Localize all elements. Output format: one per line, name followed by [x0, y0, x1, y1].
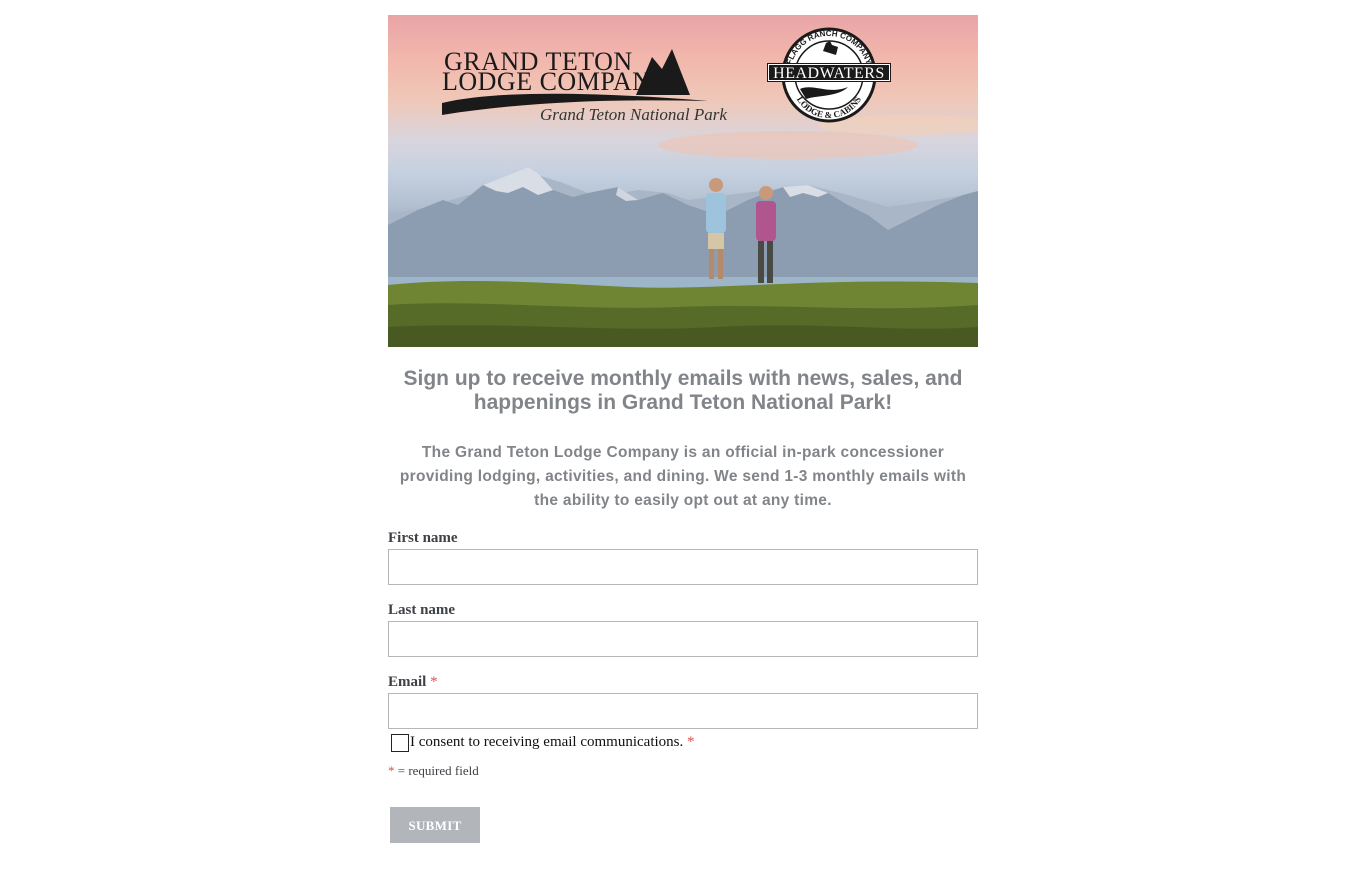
first-name-field-group: First name: [388, 529, 978, 585]
consent-label-row: I consent to receiving email communicati…: [410, 731, 695, 753]
consent-row: I consent to receiving email communicati…: [388, 731, 978, 755]
signup-form: First name Last name Email * I consent t…: [388, 529, 978, 843]
email-field-group: Email *: [388, 673, 978, 729]
signup-container: Grand Teton Lodge Company Grand Teton Na…: [388, 15, 978, 843]
required-asterisk: *: [388, 763, 395, 778]
grand-teton-lodge-company-logo: Grand Teton Lodge Company Grand Teton Na…: [440, 29, 740, 129]
submit-button[interactable]: SUBMIT: [390, 807, 480, 843]
last-name-label: Last name: [388, 602, 456, 618]
email-input[interactable]: [388, 693, 978, 729]
last-name-field-group: Last name: [388, 601, 978, 657]
consent-label: I consent to receiving email communicati…: [410, 734, 684, 750]
intro-paragraph: The Grand Teton Lodge Company is an offi…: [399, 444, 967, 509]
email-label: Email: [388, 674, 427, 690]
required-field-note: * = required field: [388, 763, 978, 779]
brand-park-name: Grand Teton National Park: [540, 105, 727, 124]
last-name-input[interactable]: [388, 621, 978, 657]
first-name-input[interactable]: [388, 549, 978, 585]
hero-banner: Grand Teton Lodge Company Grand Teton Na…: [388, 15, 978, 347]
required-asterisk: *: [430, 674, 438, 690]
brand-line2: Lodge Company: [442, 67, 671, 96]
first-name-label: First name: [388, 530, 458, 546]
partner-name-badge: Headwaters: [767, 63, 891, 82]
signup-headline: Sign up to receive monthly emails with n…: [403, 367, 963, 414]
required-asterisk: *: [687, 734, 695, 750]
consent-checkbox[interactable]: [391, 734, 409, 752]
email-label-row: Email *: [388, 673, 978, 691]
required-note-text: = required field: [397, 763, 479, 778]
